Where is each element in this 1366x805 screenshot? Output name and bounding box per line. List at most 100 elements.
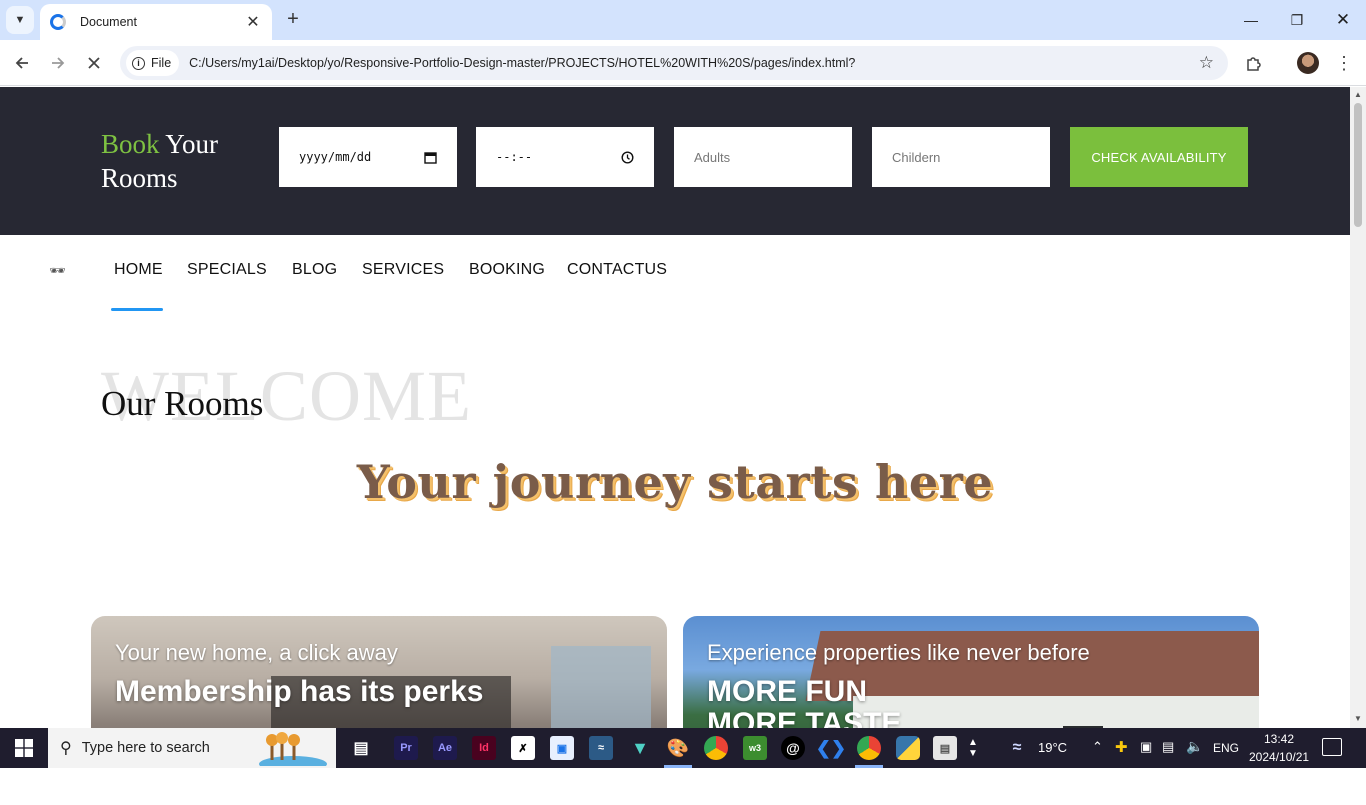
scrollbar-thumb[interactable] — [1354, 103, 1362, 227]
booking-title-line2: Rooms — [101, 163, 178, 193]
scroll-down-icon[interactable]: ▼ — [1354, 714, 1362, 723]
booking-bar: Book Your Rooms yyyy/mm/dd --:-- Adults … — [0, 87, 1350, 235]
notification-icon[interactable] — [1322, 738, 1342, 756]
chevron-up-icon[interactable]: ⌃ — [1092, 739, 1103, 755]
info-icon: i — [132, 56, 145, 70]
taskbar-search[interactable]: ⚲ Type here to search — [48, 728, 336, 768]
site-info-chip[interactable]: i File — [126, 50, 180, 76]
chevron-down-icon: ▼ — [14, 14, 26, 26]
nav-services[interactable]: SERVICES — [362, 261, 444, 279]
taskbar-scroll-arrows-icon[interactable]: ▲ ▼ — [964, 736, 982, 760]
python-icon[interactable] — [896, 736, 920, 760]
adults-placeholder: Adults — [694, 149, 731, 165]
address-bar[interactable]: i File C:/Users/my1ai/Desktop/yo/Respons… — [120, 46, 1228, 80]
nav-booking[interactable]: BOOKING — [469, 261, 545, 279]
card-heading-line1: Membership has its perks — [115, 675, 484, 708]
weather-wind-icon[interactable]: ≈ — [1005, 736, 1029, 760]
vector-app-icon[interactable]: ▼ — [628, 736, 652, 760]
stop-loading-button[interactable] — [80, 49, 108, 77]
capcut-icon[interactable]: ✗ — [511, 736, 535, 760]
indesign-icon[interactable]: Id — [472, 736, 496, 760]
card-heading: MORE FUN MORE TASTE — [707, 675, 901, 729]
start-button[interactable] — [0, 728, 48, 768]
nav-contactus[interactable]: CONTACTUS — [567, 261, 667, 279]
card-subtitle: Experience properties like never before — [707, 640, 1090, 665]
speaker-icon[interactable]: 🔈 — [1186, 738, 1203, 755]
green-app-icon[interactable]: w3 — [743, 736, 767, 760]
paint-icon[interactable]: 🎨 — [666, 736, 690, 760]
weather-temp[interactable]: 19°C — [1038, 740, 1067, 755]
newspaper-icon[interactable]: ▤ — [933, 736, 957, 760]
journey-heading: Your journey starts here — [356, 455, 994, 509]
battery-icon[interactable]: ▤ — [1162, 739, 1174, 755]
search-placeholder: Type here to search — [81, 740, 210, 756]
task-view-icon[interactable]: ▤ — [349, 736, 373, 760]
card-heading-line1: MORE FUN — [707, 675, 867, 708]
forward-button[interactable] — [44, 49, 72, 77]
tab-title: Document — [80, 15, 137, 29]
check-availability-button[interactable]: CHECK AVAILABILITY — [1070, 127, 1248, 187]
date-placeholder: yyyy/mm/dd — [299, 150, 372, 164]
house-wall-image — [853, 696, 1259, 728]
children-input[interactable]: Childern — [872, 127, 1050, 187]
plus-badge-icon[interactable]: ✚ — [1115, 738, 1128, 756]
time-input[interactable]: --:-- — [476, 127, 654, 187]
nav-home[interactable]: HOME — [114, 261, 163, 279]
bookmark-star-icon[interactable]: ☆ — [1199, 53, 1214, 73]
booking-title-accent: Book — [101, 129, 160, 159]
file-explorer-icon[interactable]: ▣ — [550, 736, 574, 760]
back-button[interactable] — [8, 49, 36, 77]
booking-title-rest: Your — [159, 129, 219, 159]
minimize-button[interactable]: — — [1228, 0, 1274, 40]
after-effects-icon[interactable]: Ae — [433, 736, 457, 760]
scroll-up-icon[interactable]: ▲ — [1354, 90, 1362, 99]
restore-button[interactable]: ❐ — [1274, 0, 1320, 40]
puzzle-icon — [1247, 57, 1261, 71]
new-tab-button[interactable]: + — [282, 8, 304, 30]
card-heading: Membership has its perks — [115, 676, 483, 708]
premiere-icon[interactable]: Pr — [394, 736, 418, 760]
arrow-right-icon — [52, 57, 65, 69]
windows-logo-icon — [15, 739, 33, 757]
clock-icon[interactable] — [621, 150, 634, 164]
url-text[interactable]: C:/Users/my1ai/Desktop/yo/Responsive-Por… — [189, 56, 1199, 70]
tab-search-button[interactable]: ▼ — [6, 6, 34, 34]
search-highlight-art-icon — [259, 732, 327, 766]
language-indicator[interactable]: ENG — [1213, 741, 1239, 755]
broken-logo-icon[interactable]: 🕶 — [49, 263, 66, 279]
calendar-icon[interactable] — [424, 151, 437, 164]
page-scrollbar[interactable]: ▲ ▼ — [1350, 87, 1366, 728]
room-card-experience[interactable]: Experience properties like never before … — [683, 616, 1259, 728]
site-chip-label: File — [151, 56, 172, 70]
profile-avatar[interactable] — [1297, 52, 1319, 74]
browser-menu-button[interactable]: ⋮ — [1333, 52, 1355, 74]
chrome-profile-icon[interactable] — [857, 736, 881, 760]
close-tab-icon[interactable]: ✕ — [244, 12, 262, 32]
nav-blog[interactable]: BLOG — [292, 261, 337, 279]
arrow-left-icon — [15, 57, 28, 69]
close-window-button[interactable]: ✕ — [1320, 0, 1366, 40]
chrome-icon[interactable] — [704, 736, 728, 760]
search-icon: ⚲ — [60, 740, 72, 757]
room-card-membership[interactable]: Your new home, a click away Membership h… — [91, 616, 667, 728]
rooms-title: Our Rooms — [101, 384, 264, 423]
camera-icon[interactable]: ▣ — [1140, 739, 1152, 755]
booking-title: Book Your Rooms — [101, 127, 218, 195]
adults-input[interactable]: Adults — [674, 127, 852, 187]
page-viewport: Book Your Rooms yyyy/mm/dd --:-- Adults … — [0, 87, 1350, 728]
active-nav-indicator — [111, 308, 163, 311]
extensions-button[interactable] — [1243, 52, 1265, 74]
vscode-icon[interactable]: ❮❯ — [816, 736, 846, 760]
nav-specials[interactable]: SPECIALS — [187, 261, 267, 279]
site-navbar: 🕶 HOME SPECIALS BLOG SERVICES BOOKING CO… — [0, 235, 1350, 311]
browser-tab[interactable]: Document ✕ — [40, 4, 272, 40]
mysql-workbench-icon[interactable]: ≈ — [589, 736, 613, 760]
windows-taskbar: ⚲ Type here to search ▤ Pr Ae Id ✗ ▣ ≈ ▼… — [0, 728, 1366, 768]
time-placeholder: --:-- — [496, 150, 533, 164]
loading-favicon-icon — [50, 14, 66, 30]
close-icon — [88, 57, 100, 69]
date-input[interactable]: yyyy/mm/dd — [279, 127, 457, 187]
threads-icon[interactable]: @ — [781, 736, 805, 760]
clock-date[interactable]: 2024/10/21 — [1249, 750, 1309, 764]
clock-time[interactable]: 13:42 — [1264, 732, 1294, 746]
